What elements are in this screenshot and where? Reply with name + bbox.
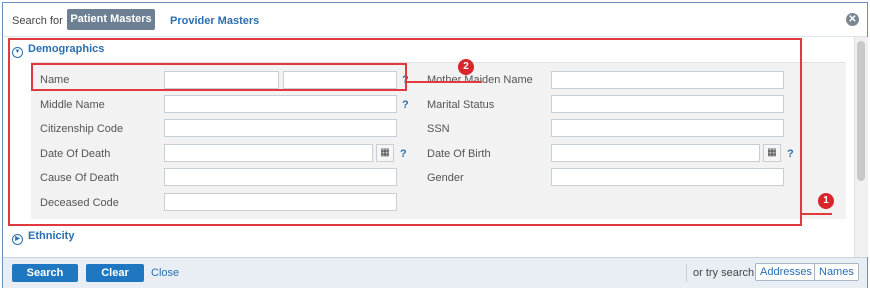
ethnicity-title: Ethnicity [28, 230, 75, 242]
search-for-label: Search for [12, 15, 63, 27]
annotation-badge-2: 2 [458, 59, 474, 75]
expand-icon: ▶ [12, 234, 23, 245]
tab-provider-masters[interactable]: Provider Masters [170, 15, 259, 27]
annotation-badge-1: 1 [818, 193, 834, 209]
annotation-box-2 [31, 63, 407, 91]
search-type-bar: Search for Patient Masters Provider Mast… [3, 3, 867, 37]
or-try-search-label: or try search [693, 267, 755, 279]
annotation-line-1 [802, 213, 832, 215]
annotation-line-2 [407, 81, 482, 83]
addresses-button[interactable]: Addresses [755, 263, 817, 281]
vertical-scrollbar[interactable] [854, 37, 868, 257]
divider [686, 264, 687, 282]
close-icon[interactable]: ✕ [846, 13, 859, 26]
ethnicity-section-header[interactable]: ▶ Ethnicity [12, 230, 75, 245]
action-bar: Search Clear Close or try search Address… [3, 257, 867, 288]
search-button[interactable]: Search [12, 264, 78, 282]
clear-button[interactable]: Clear [86, 264, 144, 282]
names-button[interactable]: Names [814, 263, 859, 281]
close-link[interactable]: Close [151, 267, 179, 279]
tab-patient-masters[interactable]: Patient Masters [67, 9, 155, 30]
scrollbar-thumb[interactable] [857, 41, 865, 181]
